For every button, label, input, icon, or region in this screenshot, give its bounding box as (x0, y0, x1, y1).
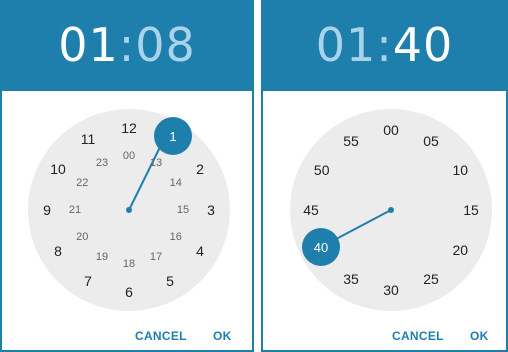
hour-number-7[interactable]: 7 (73, 271, 103, 291)
minute-value[interactable]: 08 (135, 18, 196, 72)
hour-number-5[interactable]: 5 (155, 271, 185, 291)
hour-number-inner-15[interactable]: 15 (168, 200, 198, 220)
hour-number-6[interactable]: 6 (114, 282, 144, 302)
minute-number-15[interactable]: 15 (456, 200, 486, 220)
hour-number-inner-22[interactable]: 22 (67, 173, 97, 193)
minute-number-45[interactable]: 45 (296, 200, 326, 220)
clock-face[interactable]: 40 00 05 10 15 20 25 30 35 45 50 55 (290, 109, 492, 311)
hour-number-inner-17[interactable]: 17 (141, 247, 171, 267)
hour-number-inner-19[interactable]: 19 (87, 247, 117, 267)
minute-number-20[interactable]: 20 (445, 240, 475, 260)
minute-number-10[interactable]: 10 (445, 160, 475, 180)
minute-number-35[interactable]: 35 (336, 269, 366, 289)
time-header: 01:40 (263, 2, 506, 91)
time-separator: : (376, 18, 393, 72)
hour-number-inner-20[interactable]: 20 (67, 227, 97, 247)
time-header: 01:08 (2, 2, 252, 91)
time-separator: : (118, 18, 136, 72)
minute-number-55[interactable]: 55 (336, 131, 366, 151)
selected-hour-marker[interactable]: 1 (154, 117, 192, 155)
hour-number-inner-16[interactable]: 16 (161, 227, 191, 247)
hour-number-inner-21[interactable]: 21 (60, 200, 90, 220)
minute-number-30[interactable]: 30 (376, 280, 406, 300)
hour-number-9[interactable]: 9 (32, 200, 62, 220)
cancel-button[interactable]: CANCEL (135, 329, 187, 343)
hour-number-11[interactable]: 11 (73, 129, 103, 149)
clock-face[interactable]: 1 12 2 3 4 5 6 7 8 9 10 11 00 13 14 15 16 17 18 19 20 21 22 23 (28, 109, 230, 311)
clock-center-dot (388, 207, 394, 213)
hour-number-3[interactable]: 3 (196, 200, 226, 220)
minute-number-05[interactable]: 05 (416, 131, 446, 151)
clock-center-dot (126, 207, 132, 213)
cancel-button[interactable]: CANCEL (392, 329, 444, 343)
hour-number-inner-18[interactable]: 18 (114, 254, 144, 274)
minute-number-00[interactable]: 00 (376, 120, 406, 140)
selected-minute-marker[interactable]: 40 (302, 228, 340, 266)
hour-number-inner-00[interactable]: 00 (114, 146, 144, 166)
hour-number-inner-13[interactable]: 13 (141, 153, 171, 173)
ok-button[interactable]: OK (470, 329, 489, 343)
hour-number-inner-14[interactable]: 14 (161, 173, 191, 193)
time-display: 01:08 (2, 18, 252, 72)
time-picker-dialog-minutes: 01:40 40 00 05 10 15 20 25 30 35 45 50 55 CANCEL O… (261, 0, 508, 352)
hour-number-inner-23[interactable]: 23 (87, 153, 117, 173)
hour-value[interactable]: 01 (316, 18, 377, 72)
hour-number-12[interactable]: 12 (114, 118, 144, 138)
time-picker-dialog-hours: 01:08 1 12 2 3 4 5 6 7 8 9 10 11 00 13 14 15 16 17 18 19 20… (0, 0, 254, 352)
minute-value[interactable]: 40 (393, 18, 454, 72)
hour-value[interactable]: 01 (58, 18, 119, 72)
ok-button[interactable]: OK (213, 329, 232, 343)
minute-number-25[interactable]: 25 (416, 269, 446, 289)
time-display: 01:40 (263, 18, 506, 72)
minute-number-50[interactable]: 50 (307, 160, 337, 180)
